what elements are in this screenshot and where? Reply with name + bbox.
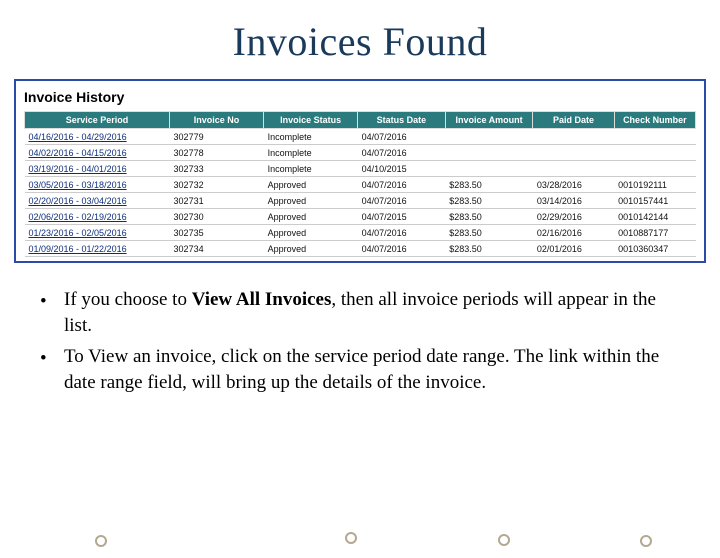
panel-heading: Invoice History (24, 89, 696, 105)
bullet-2-text: To View an invoice, click on the service… (64, 344, 680, 395)
table-row: 03/05/2016 - 03/18/2016302732Approved04/… (25, 177, 696, 193)
cell-invoice-no: 302730 (170, 209, 264, 225)
cell-invoice-status: Approved (264, 193, 358, 209)
col-check-number: Check Number (614, 112, 695, 129)
cell-status-date: 04/07/2015 (358, 209, 446, 225)
table-row: 01/09/2016 - 01/22/2016302734Approved04/… (25, 241, 696, 257)
cell-check-number: 0010192111 (614, 177, 695, 193)
cell-invoice-amount (445, 129, 533, 145)
bullet-2: • To View an invoice, click on the servi… (40, 344, 680, 395)
cell-check-number: 0010887177 (614, 225, 695, 241)
bullet-dot-icon: • (40, 344, 64, 395)
service-period-link[interactable]: 04/16/2016 - 04/29/2016 (25, 129, 170, 145)
cell-invoice-amount: $283.50 (445, 209, 533, 225)
col-paid-date: Paid Date (533, 112, 614, 129)
bullet-1: • If you choose to View All Invoices, th… (40, 287, 680, 338)
service-period-link[interactable]: 02/20/2016 - 03/04/2016 (25, 193, 170, 209)
cell-invoice-no: 302731 (170, 193, 264, 209)
page-title: Invoices Found (0, 18, 720, 65)
cell-check-number (614, 129, 695, 145)
table-header-row: Service Period Invoice No Invoice Status… (25, 112, 696, 129)
cell-paid-date: 03/14/2016 (533, 193, 614, 209)
cell-check-number (614, 145, 695, 161)
cell-paid-date (533, 129, 614, 145)
bullet-1-bold: View All Invoices (192, 289, 332, 310)
cell-invoice-no: 302779 (170, 129, 264, 145)
cell-invoice-status: Approved (264, 241, 358, 257)
cell-invoice-amount: $283.50 (445, 193, 533, 209)
cell-invoice-amount: $283.50 (445, 241, 533, 257)
service-period-link[interactable]: 01/09/2016 - 01/22/2016 (25, 241, 170, 257)
cell-invoice-status: Incomplete (264, 129, 358, 145)
service-period-link[interactable]: 01/23/2016 - 02/05/2016 (25, 225, 170, 241)
table-row: 02/20/2016 - 03/04/2016302731Approved04/… (25, 193, 696, 209)
cell-status-date: 04/07/2016 (358, 177, 446, 193)
service-period-link[interactable]: 04/02/2016 - 04/15/2016 (25, 145, 170, 161)
cell-invoice-status: Incomplete (264, 161, 358, 177)
col-service-period: Service Period (25, 112, 170, 129)
cell-invoice-no: 302735 (170, 225, 264, 241)
cell-paid-date (533, 145, 614, 161)
service-period-link[interactable]: 03/05/2016 - 03/18/2016 (25, 177, 170, 193)
cell-invoice-status: Approved (264, 177, 358, 193)
cell-status-date: 04/10/2015 (358, 161, 446, 177)
cell-paid-date: 02/16/2016 (533, 225, 614, 241)
bullet-1-pre: If you choose to (64, 289, 192, 310)
cell-status-date: 04/07/2016 (358, 193, 446, 209)
cell-invoice-no: 302732 (170, 177, 264, 193)
cell-invoice-amount (445, 145, 533, 161)
bullet-dot-icon: • (40, 287, 64, 338)
cell-check-number: 0010142144 (614, 209, 695, 225)
cell-paid-date: 03/28/2016 (533, 177, 614, 193)
table-row: 04/16/2016 - 04/29/2016302779Incomplete0… (25, 129, 696, 145)
circle-icon (640, 535, 652, 547)
circle-icon (498, 534, 510, 546)
col-status-date: Status Date (358, 112, 446, 129)
table-row: 03/19/2016 - 04/01/2016302733Incomplete0… (25, 161, 696, 177)
invoice-table: Service Period Invoice No Invoice Status… (24, 111, 696, 257)
cell-invoice-status: Incomplete (264, 145, 358, 161)
cell-invoice-no: 302778 (170, 145, 264, 161)
cell-check-number (614, 161, 695, 177)
cell-check-number: 0010157441 (614, 193, 695, 209)
cell-check-number: 0010360347 (614, 241, 695, 257)
service-period-link[interactable]: 03/19/2016 - 04/01/2016 (25, 161, 170, 177)
cell-status-date: 04/07/2016 (358, 225, 446, 241)
service-period-link[interactable]: 02/06/2016 - 02/19/2016 (25, 209, 170, 225)
col-invoice-status: Invoice Status (264, 112, 358, 129)
circle-icon (345, 532, 357, 544)
cell-invoice-status: Approved (264, 225, 358, 241)
cell-invoice-amount: $283.50 (445, 177, 533, 193)
cell-paid-date (533, 161, 614, 177)
cell-invoice-no: 302733 (170, 161, 264, 177)
cell-paid-date: 02/29/2016 (533, 209, 614, 225)
cell-paid-date: 02/01/2016 (533, 241, 614, 257)
cell-invoice-amount (445, 161, 533, 177)
cell-status-date: 04/07/2016 (358, 241, 446, 257)
cell-status-date: 04/07/2016 (358, 129, 446, 145)
invoice-history-panel: Invoice History Service Period Invoice N… (14, 79, 706, 263)
instruction-bullets: • If you choose to View All Invoices, th… (40, 287, 680, 396)
cell-invoice-no: 302734 (170, 241, 264, 257)
circle-icon (95, 535, 107, 547)
table-row: 04/02/2016 - 04/15/2016302778Incomplete0… (25, 145, 696, 161)
footer-decoration (0, 530, 720, 550)
cell-status-date: 04/07/2016 (358, 145, 446, 161)
col-invoice-no: Invoice No (170, 112, 264, 129)
cell-invoice-amount: $283.50 (445, 225, 533, 241)
col-invoice-amount: Invoice Amount (445, 112, 533, 129)
table-row: 01/23/2016 - 02/05/2016302735Approved04/… (25, 225, 696, 241)
cell-invoice-status: Approved (264, 209, 358, 225)
table-row: 02/06/2016 - 02/19/2016302730Approved04/… (25, 209, 696, 225)
